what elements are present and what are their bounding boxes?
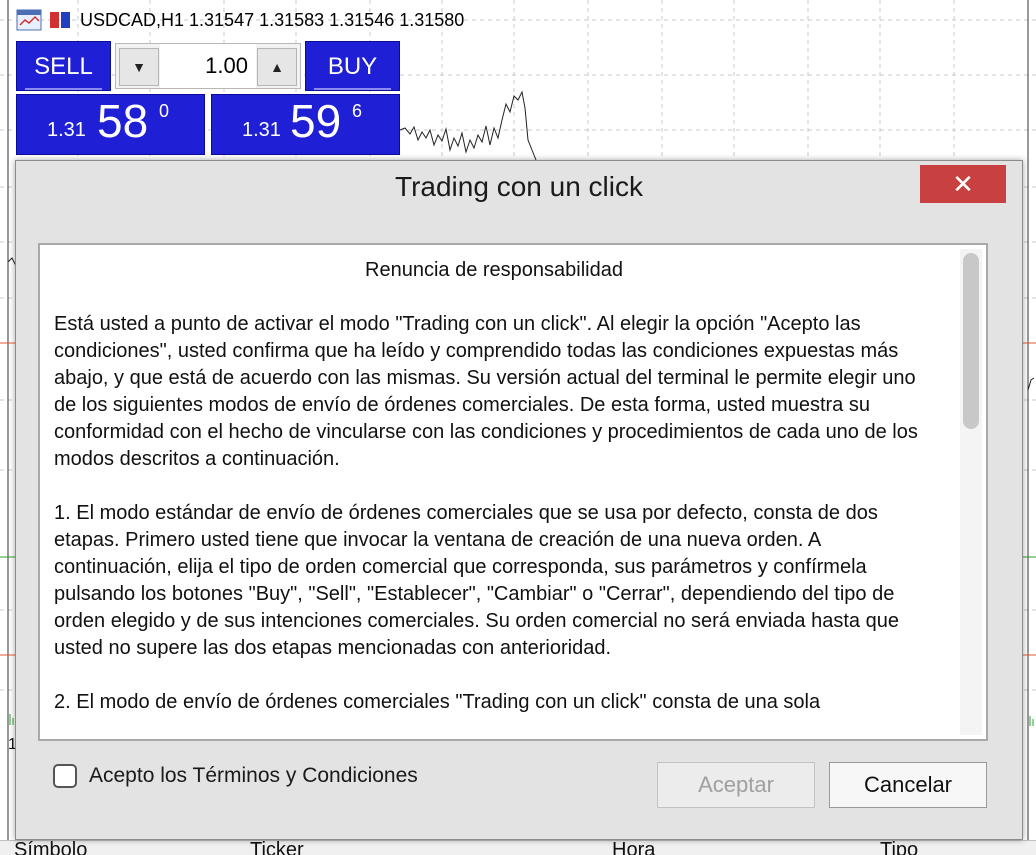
accept-button[interactable]: Aceptar — [657, 762, 815, 808]
lot-size-stepper[interactable]: ▼ 1.00 ▲ — [115, 43, 301, 89]
disclaimer-paragraph: 1. El modo estándar de envío de órdenes … — [54, 502, 899, 659]
buy-price-pips: 59 — [290, 95, 342, 147]
column-type[interactable]: Tipo — [880, 841, 918, 855]
disclaimer-text: Renuncia de responsabilidad Está usted a… — [54, 245, 934, 739]
accept-terms-row[interactable]: Acepto los Términos y Condiciones — [53, 764, 418, 788]
lot-increase-button[interactable]: ▲ — [257, 48, 297, 86]
disclaimer-box[interactable]: Renuncia de responsabilidad Está usted a… — [38, 243, 988, 741]
accept-terms-label[interactable]: Acepto los Términos y Condiciones — [89, 764, 418, 788]
sell-price-pips: 58 — [97, 95, 149, 147]
sell-price[interactable]: 1.31 58 0 — [16, 94, 205, 155]
dialog-title: Trading con un click — [395, 171, 643, 202]
sell-price-prefix: 1.31 — [47, 119, 86, 141]
buy-price-fraction: 6 — [352, 101, 363, 121]
lot-input[interactable]: 1.00 — [160, 44, 256, 88]
terminal-columns-header: Símbolo Ticker Hora Tipo — [0, 840, 1036, 855]
close-icon: ✕ — [952, 169, 974, 199]
column-symbol[interactable]: Símbolo — [14, 841, 87, 855]
sell-button[interactable]: SELL — [16, 41, 111, 91]
cancel-button[interactable]: Cancelar — [829, 762, 987, 808]
column-ticker[interactable]: Ticker — [250, 841, 304, 855]
disclaimer-paragraph: 2. El modo de envío de órdenes comercial… — [54, 691, 821, 713]
disclaimer-heading: Renuncia de responsabilidad — [365, 259, 623, 281]
buy-price-prefix: 1.31 — [242, 119, 281, 141]
accept-terms-checkbox[interactable] — [53, 764, 77, 788]
disclaimer-scrollbar[interactable] — [960, 249, 982, 735]
chart-header: USDCAD,H1 1.31547 1.31583 1.31546 1.3158… — [16, 8, 464, 32]
triangle-down-icon: ▼ — [132, 59, 146, 75]
one-click-trading-icon[interactable] — [48, 9, 74, 31]
chart-window-icon — [16, 9, 42, 31]
lot-decrease-button[interactable]: ▼ — [119, 48, 159, 86]
disclaimer-paragraph: Está usted a punto de activar el modo "T… — [54, 313, 918, 470]
triangle-up-icon: ▲ — [270, 59, 284, 75]
buy-button[interactable]: BUY — [305, 41, 400, 91]
sell-price-fraction: 0 — [159, 101, 170, 121]
buy-price[interactable]: 1.31 59 6 — [211, 94, 400, 155]
column-time[interactable]: Hora — [612, 841, 655, 855]
one-click-panel: SELL ▼ 1.00 ▲ BUY 1.31 58 0 1.31 59 6 — [16, 41, 400, 155]
close-button[interactable]: ✕ — [920, 165, 1006, 203]
scrollbar-thumb[interactable] — [963, 253, 979, 429]
symbol-quote-line: USDCAD,H1 1.31547 1.31583 1.31546 1.3158… — [80, 9, 465, 30]
one-click-trading-dialog: Trading con un click ✕ Renuncia de respo… — [15, 160, 1023, 840]
